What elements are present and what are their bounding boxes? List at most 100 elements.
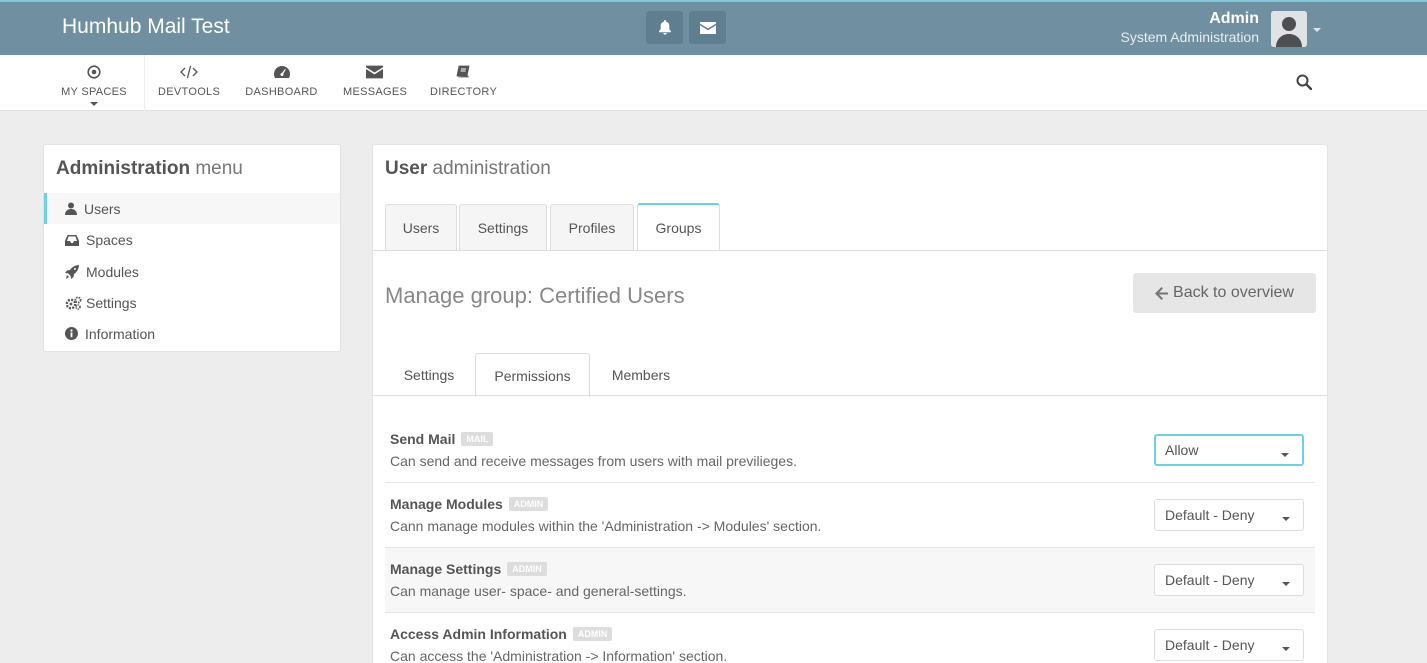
permission-badge: ADMIN — [507, 562, 547, 577]
permission-select[interactable]: Default - Deny — [1154, 499, 1304, 531]
permission-select-value: Allow — [1165, 442, 1199, 458]
search-button[interactable] — [1296, 74, 1313, 93]
nav-my-spaces[interactable]: MY SPACES — [58, 55, 130, 111]
subtab-label: Members — [611, 366, 671, 383]
admin-menu-item-label: Settings — [86, 294, 137, 311]
nav-divider — [144, 55, 145, 111]
nav-label: MY SPACES — [61, 86, 127, 98]
nav-devtools[interactable]: DEVTOOLS — [158, 55, 220, 111]
nav-dashboard[interactable]: DASHBOARD — [245, 55, 318, 111]
dot-circle-icon — [87, 65, 101, 79]
administration-menu-title: Administration menu — [56, 158, 243, 180]
nav-label: MESSAGES — [343, 86, 408, 98]
tab-groups[interactable]: Groups — [637, 203, 720, 250]
permission-select-value: Default - Deny — [1165, 507, 1255, 523]
administration-menu: Administration menu Users Spaces Modules… — [43, 144, 341, 352]
permission-description: Can access the 'Administration -> Inform… — [390, 648, 728, 663]
subtab-members[interactable]: Members — [595, 353, 687, 396]
permission-name: Access Admin Information ADMIN — [390, 626, 613, 642]
admin-menu-item-information[interactable]: Information — [44, 318, 340, 349]
permission-select-value: Default - Deny — [1165, 637, 1255, 653]
title-light: menu — [195, 158, 243, 179]
admin-menu-item-users[interactable]: Users — [44, 193, 340, 224]
info-circle-icon — [65, 327, 78, 340]
search-icon — [1296, 74, 1313, 91]
back-button-label: Back to overview — [1173, 284, 1294, 301]
top-bar: Humhub Mail Test Admin System Administra… — [0, 0, 1427, 55]
rocket-icon — [65, 264, 79, 279]
tab-divider — [373, 250, 1327, 251]
caret-down-icon — [90, 102, 98, 107]
permission-row-access-admin-information: Access Admin Information ADMIN Can access… — [385, 613, 1315, 663]
tab-label: Groups — [655, 219, 702, 236]
tab-users[interactable]: Users — [385, 204, 457, 250]
chevron-down-icon — [1282, 582, 1290, 586]
title-bold: Administration — [56, 158, 191, 179]
permission-select[interactable]: Default - Deny — [1154, 564, 1304, 596]
code-icon — [180, 65, 198, 79]
subtab-label: Settings — [403, 366, 455, 383]
nav-messages[interactable]: MESSAGES — [343, 55, 408, 111]
arrow-left-icon — [1155, 286, 1169, 300]
permission-title: Manage Modules — [390, 496, 503, 512]
user-icon — [65, 202, 77, 215]
tab-label: Settings — [477, 219, 529, 236]
messages-button[interactable] — [689, 11, 726, 44]
subtab-label: Permissions — [494, 367, 571, 384]
title-light: administration — [432, 158, 551, 179]
back-to-overview-button[interactable]: Back to overview — [1133, 273, 1316, 313]
permission-name: Manage Modules ADMIN — [390, 496, 549, 512]
permission-row-send-mail: Send Mail MAIL Can send and receive messa… — [385, 418, 1315, 483]
gears-icon — [65, 296, 82, 310]
app-title[interactable]: Humhub Mail Test — [62, 15, 230, 39]
subtab-settings[interactable]: Settings — [387, 353, 471, 396]
main-navigation: MY SPACES DEVTOOLS DASHBOARD MESSAGES DI… — [0, 55, 1427, 111]
permission-description: Cann manage modules within the 'Administ… — [390, 518, 822, 534]
nav-label: DIRECTORY — [430, 86, 498, 98]
default-avatar-icon — [1271, 11, 1307, 47]
user-role: System Administration — [1120, 29, 1260, 45]
admin-menu-item-modules[interactable]: Modules — [44, 256, 340, 287]
permission-select[interactable]: Default - Deny — [1154, 629, 1304, 661]
permission-badge: MAIL — [461, 432, 494, 447]
permission-title: Manage Settings — [390, 561, 502, 577]
user-name: Admin — [1209, 10, 1259, 27]
admin-menu-item-spaces[interactable]: Spaces — [44, 224, 340, 255]
chevron-down-icon — [1282, 647, 1290, 651]
permission-name: Manage Settings ADMIN — [390, 561, 547, 577]
permission-title: Access Admin Information — [390, 626, 567, 642]
permission-badge: ADMIN — [572, 627, 613, 642]
nav-directory[interactable]: DIRECTORY — [430, 55, 498, 111]
permission-description: Can send and receive messages from users… — [390, 453, 797, 469]
subtab-divider — [373, 395, 1327, 396]
tab-profiles[interactable]: Profiles — [550, 204, 634, 250]
permission-select[interactable]: Allow — [1154, 434, 1304, 466]
user-menu[interactable]: Admin System Administration — [1121, 10, 1260, 46]
admin-menu-item-settings[interactable]: Settings — [44, 287, 340, 318]
admin-menu-item-label: Information — [85, 325, 156, 342]
subtab-permissions[interactable]: Permissions — [475, 353, 590, 397]
tab-label: Users — [402, 219, 440, 236]
avatar[interactable] — [1271, 11, 1307, 47]
manage-group-title: Manage group: Certified Users — [385, 283, 685, 308]
permission-badge: ADMIN — [508, 497, 549, 512]
permission-select-value: Default - Deny — [1165, 572, 1255, 588]
tab-settings[interactable]: Settings — [459, 204, 547, 250]
inbox-icon — [65, 234, 79, 246]
tab-label: Profiles — [568, 219, 616, 236]
user-administration-panel: User administration Users Settings Profi… — [372, 144, 1328, 663]
book-icon — [456, 65, 470, 78]
nav-label: DEVTOOLS — [158, 86, 221, 98]
chevron-down-icon — [1282, 517, 1290, 521]
dashboard-icon — [273, 66, 290, 78]
permission-description: Can manage user- space- and general-sett… — [390, 583, 687, 599]
nav-label: DASHBOARD — [245, 86, 318, 98]
user-dropdown-caret-icon[interactable] — [1313, 28, 1321, 32]
notifications-button[interactable] — [646, 11, 683, 44]
title-bold: User — [385, 158, 428, 179]
permission-row-manage-modules: Manage Modules ADMIN Cann manage modules … — [385, 483, 1315, 548]
bell-icon — [658, 20, 671, 35]
permission-row-manage-settings: Manage Settings ADMIN Can manage user- sp… — [385, 548, 1315, 613]
permission-name: Send Mail MAIL — [390, 431, 494, 447]
envelope-icon — [699, 21, 716, 34]
